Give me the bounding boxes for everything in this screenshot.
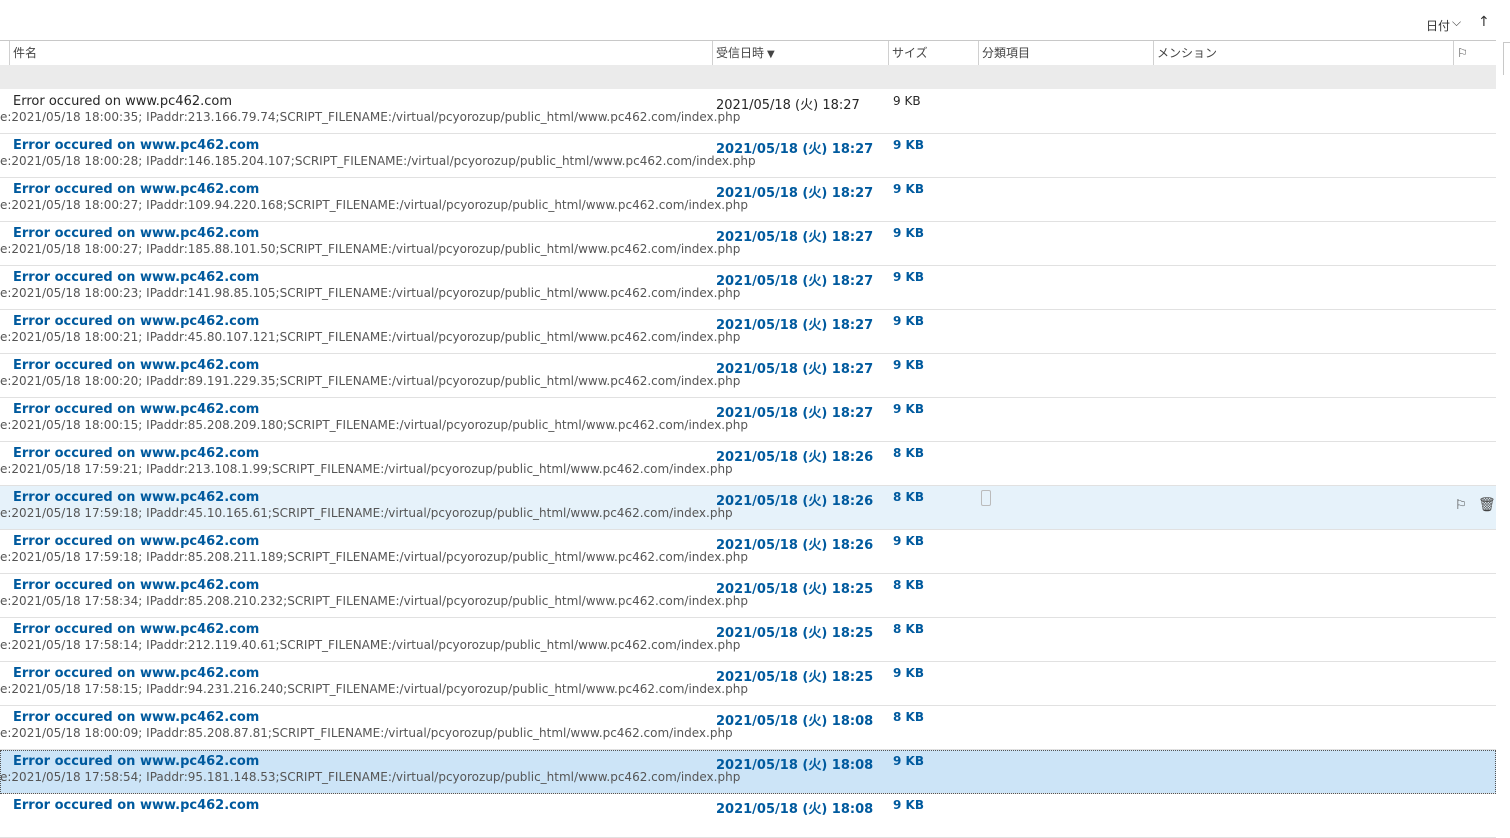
- message-size: 9 KB: [893, 94, 921, 108]
- message-received-date: 2021/05/18 (火) 18:27: [716, 274, 874, 289]
- message-received-date: 2021/05/18 (火) 18:25: [716, 582, 874, 597]
- message-received-date: 2021/05/18 (火) 18:25: [716, 670, 874, 685]
- chevron-down-icon[interactable]: ⌵: [1452, 15, 1461, 30]
- message-subject: Error occured on www.pc462.com: [13, 402, 260, 417]
- message-list: Error occured on www.pc462.com e:2021/05/…: [0, 90, 1496, 838]
- message-size: 9 KB: [893, 182, 924, 196]
- message-size: 9 KB: [893, 270, 924, 284]
- column-header-subject[interactable]: 件名: [9, 41, 712, 65]
- message-subject: Error occured on www.pc462.com: [13, 754, 260, 769]
- message-received-date: 2021/05/18 (火) 18:27: [716, 98, 860, 113]
- sort-bar: 日付 ⌵ ↑: [0, 0, 1510, 40]
- message-size: 9 KB: [893, 666, 924, 680]
- sort-direction-icon[interactable]: ↑: [1478, 14, 1490, 30]
- message-size: 9 KB: [893, 226, 924, 240]
- message-row[interactable]: Error occured on www.pc462.com e:2021/05/…: [0, 178, 1496, 222]
- message-row[interactable]: Error occured on www.pc462.com e:2021/05/…: [0, 750, 1496, 794]
- message-row[interactable]: Error occured on www.pc462.com e:2021/05/…: [0, 618, 1496, 662]
- message-row[interactable]: Error occured on www.pc462.com e:2021/05/…: [0, 134, 1496, 178]
- message-row[interactable]: Error occured on www.pc462.com e:2021/05/…: [0, 398, 1496, 442]
- message-row[interactable]: Error occured on www.pc462.com e:2021/05/…: [0, 266, 1496, 310]
- flag-icon: ⚐: [1457, 46, 1468, 60]
- scrollbar[interactable]: [1503, 42, 1510, 75]
- message-received-date: 2021/05/18 (火) 18:27: [716, 186, 874, 201]
- message-size: 9 KB: [893, 754, 924, 768]
- column-header-size[interactable]: サイズ: [888, 41, 978, 65]
- message-received-date: 2021/05/18 (火) 18:27: [716, 230, 874, 245]
- message-size: 9 KB: [893, 534, 924, 548]
- message-size: 8 KB: [893, 710, 924, 724]
- message-subject: Error occured on www.pc462.com: [13, 270, 260, 285]
- message-received-date: 2021/05/18 (火) 18:27: [716, 318, 874, 333]
- message-size: 9 KB: [893, 798, 924, 812]
- trash-icon[interactable]: 🗑: [1478, 497, 1496, 513]
- message-row[interactable]: Error occured on www.pc462.com e:2021/05/…: [0, 310, 1496, 354]
- message-received-date: 2021/05/18 (火) 18:26: [716, 538, 874, 553]
- column-header-category[interactable]: 分類項目: [978, 41, 1153, 65]
- group-header-row: [0, 65, 1496, 89]
- message-subject: Error occured on www.pc462.com: [13, 578, 260, 593]
- message-subject: Error occured on www.pc462.com: [13, 798, 260, 813]
- message-received-date: 2021/05/18 (火) 18:27: [716, 406, 874, 421]
- message-received-date: 2021/05/18 (火) 18:26: [716, 494, 874, 509]
- column-header-mention-label: メンション: [1157, 46, 1218, 60]
- message-subject: Error occured on www.pc462.com: [13, 710, 260, 725]
- column-header-received[interactable]: 受信日時 ▼: [712, 41, 888, 65]
- message-row[interactable]: Error occured on www.pc462.com e:2021/05/…: [0, 530, 1496, 574]
- message-subject: Error occured on www.pc462.com: [13, 534, 260, 549]
- message-row[interactable]: Error occured on www.pc462.com e:2021/05/…: [0, 90, 1496, 134]
- column-header-received-label: 受信日時: [716, 46, 765, 60]
- message-row[interactable]: Error occured on www.pc462.com e:2021/05/…: [0, 442, 1496, 486]
- message-subject: Error occured on www.pc462.com: [13, 314, 260, 329]
- message-row[interactable]: Error occured on www.pc462.com e:2021/05/…: [0, 706, 1496, 750]
- message-size: 9 KB: [893, 402, 924, 416]
- message-received-date: 2021/05/18 (火) 18:25: [716, 626, 874, 641]
- column-header-category-label: 分類項目: [982, 46, 1031, 60]
- message-row[interactable]: Error occured on www.pc462.com e:2021/05/…: [0, 354, 1496, 398]
- message-subject: Error occured on www.pc462.com: [13, 182, 260, 197]
- message-subject: Error occured on www.pc462.com: [13, 358, 260, 373]
- message-received-date: 2021/05/18 (火) 18:27: [716, 362, 874, 377]
- column-header-mention[interactable]: メンション: [1153, 41, 1453, 65]
- message-subject: Error occured on www.pc462.com: [13, 622, 260, 637]
- message-received-date: 2021/05/18 (火) 18:08: [716, 802, 874, 817]
- message-subject: Error occured on www.pc462.com: [13, 490, 260, 505]
- message-row[interactable]: Error occured on www.pc462.com e:2021/05/…: [0, 486, 1496, 530]
- message-received-date: 2021/05/18 (火) 18:26: [716, 450, 874, 465]
- message-size: 9 KB: [893, 314, 924, 328]
- column-header-flag[interactable]: ⚐: [1453, 41, 1496, 65]
- sort-arrow-icon: ▼: [767, 49, 775, 60]
- message-row[interactable]: Error occured on www.pc462.com e:2021/05/…: [0, 662, 1496, 706]
- column-header-bar: 件名 受信日時 ▼ サイズ 分類項目 メンション ⚐: [0, 40, 1496, 66]
- message-row[interactable]: Error occured on www.pc462.com 2021/05/18…: [0, 794, 1496, 838]
- message-received-date: 2021/05/18 (火) 18:27: [716, 142, 874, 157]
- message-row[interactable]: Error occured on www.pc462.com e:2021/05/…: [0, 574, 1496, 618]
- message-received-date: 2021/05/18 (火) 18:08: [716, 758, 874, 773]
- message-size: 8 KB: [893, 446, 924, 460]
- message-size: 8 KB: [893, 578, 924, 592]
- message-subject: Error occured on www.pc462.com: [13, 226, 260, 241]
- category-box[interactable]: [981, 490, 991, 506]
- flag-icon[interactable]: ⚐: [1455, 498, 1467, 513]
- message-row[interactable]: Error occured on www.pc462.com e:2021/05/…: [0, 222, 1496, 266]
- message-received-date: 2021/05/18 (火) 18:08: [716, 714, 874, 729]
- message-size: 8 KB: [893, 622, 924, 636]
- column-header-size-label: サイズ: [892, 46, 928, 60]
- message-size: 8 KB: [893, 490, 924, 504]
- column-header-subject-label: 件名: [13, 46, 38, 60]
- message-subject: Error occured on www.pc462.com: [13, 138, 260, 153]
- message-size: 9 KB: [893, 138, 924, 152]
- message-subject: Error occured on www.pc462.com: [13, 94, 233, 109]
- message-subject: Error occured on www.pc462.com: [13, 666, 260, 681]
- sort-by-date-button[interactable]: 日付: [1426, 17, 1450, 34]
- message-size: 9 KB: [893, 358, 924, 372]
- message-subject: Error occured on www.pc462.com: [13, 446, 260, 461]
